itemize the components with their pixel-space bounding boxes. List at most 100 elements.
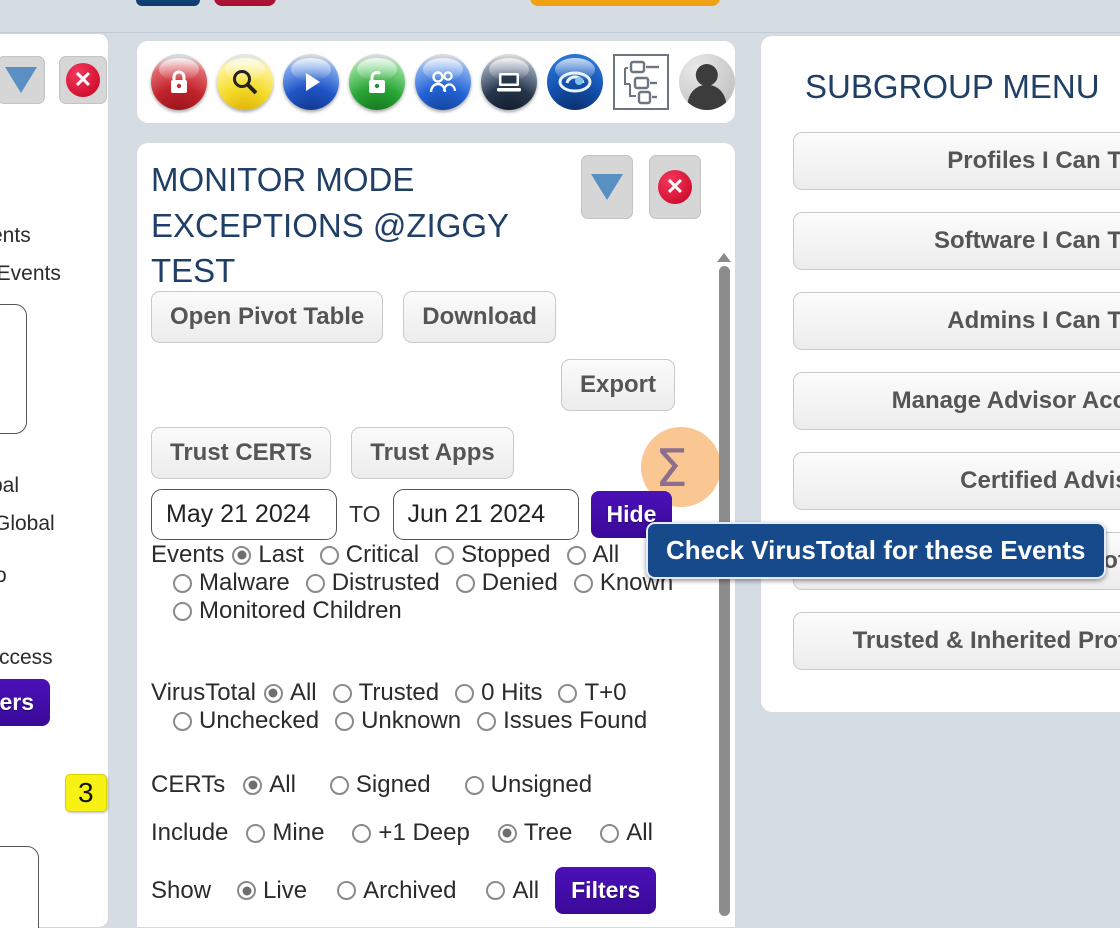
sigma-summation-icon[interactable]: Σ (655, 443, 688, 495)
download-button[interactable]: Download (403, 291, 556, 343)
trust-row: Trust CERTs Trust Apps (151, 427, 514, 479)
radio-dot (573, 573, 593, 593)
radio-dot (173, 573, 192, 593)
top-strip (0, 0, 1120, 33)
left-radio-global[interactable]: Global (0, 512, 55, 536)
left-textarea-2[interactable] (0, 846, 39, 928)
scrollbar-thumb[interactable] (718, 266, 730, 916)
events-option-malware[interactable]: Malware (173, 569, 290, 597)
left-filters-button[interactable]: Filters (0, 679, 51, 726)
radio-dot (173, 711, 192, 731)
org-chart-glyph (624, 60, 659, 105)
cloud-blue-icon[interactable] (547, 54, 603, 110)
trust-apps-button[interactable]: Trust Apps (351, 427, 514, 479)
option-label: Critical (345, 541, 420, 568)
filters-button[interactable]: Filters (555, 867, 657, 914)
date-to-input[interactable]: Jun 21 2024 (392, 489, 579, 540)
events-option-last[interactable]: Last (232, 541, 304, 569)
option-label: Archived (363, 876, 457, 904)
virustotal-option-issues-found[interactable]: Issues Found (477, 707, 647, 735)
top-tab-orange[interactable] (530, 0, 720, 6)
subgroup-item-software-i-can-trust[interactable]: Software I Can Trust (793, 212, 1120, 270)
radio-dot (232, 545, 252, 565)
events-option-denied[interactable]: Denied (455, 569, 558, 597)
magnifier-glyph (233, 70, 258, 95)
virustotal-radio-group: VirusTotal All Trusted 0 Hits T+0 Unchec… (151, 679, 711, 735)
virustotal-option-trusted[interactable]: Trusted (332, 679, 439, 707)
computer-dark-icon[interactable] (481, 54, 537, 110)
search-yellow-icon[interactable] (217, 54, 273, 110)
include-option-mine[interactable]: Mine (246, 819, 324, 847)
play-blue-icon[interactable] (283, 54, 339, 110)
virustotal-option-all[interactable]: All (263, 679, 317, 707)
panel-filter-button[interactable] (581, 155, 633, 219)
radio-dot (237, 881, 257, 900)
left-panel: ✕ ents t Events bal Global o Access Filt… (0, 33, 109, 928)
date-range-to-label: TO (349, 501, 381, 527)
radio-dot (486, 881, 506, 900)
events-option-monitored-children[interactable]: Monitored Children (173, 597, 402, 625)
option-label: Denied (481, 569, 558, 596)
subgroup-item-admins-i-can-trust[interactable]: Admins I Can Trust (793, 292, 1120, 350)
show-option-archived[interactable]: Archived (337, 877, 456, 905)
radio-dot (263, 683, 283, 703)
radio-dot (305, 573, 325, 593)
virustotal-option-unknown[interactable]: Unknown (335, 707, 461, 735)
include-option-all[interactable]: All (600, 819, 653, 847)
top-tab-red[interactable] (214, 0, 276, 6)
top-tab-blue[interactable] (136, 0, 200, 6)
left-text-access: Access (0, 646, 53, 669)
subgroup-menu-title: SUBGROUP MENU (805, 68, 1100, 105)
option-label: Malware (199, 569, 290, 596)
option-label: Unknown (361, 707, 462, 734)
show-option-live[interactable]: Live (237, 877, 307, 905)
option-label: Signed (355, 771, 431, 798)
include-option-plus1deep[interactable]: +1 Deep (352, 819, 470, 847)
unlocked-green-icon[interactable] (349, 54, 405, 110)
subgroup-item-certified-advisors[interactable]: Certified Advisors (793, 452, 1120, 510)
panel-scrollbar[interactable] (716, 253, 732, 919)
panel-close-button[interactable]: ✕ (649, 155, 701, 219)
option-label: All (512, 876, 540, 904)
left-count-badge: 3 (65, 774, 107, 812)
certs-option-unsigned[interactable]: Unsigned (464, 771, 593, 799)
scroll-up-arrow-icon[interactable] (717, 253, 731, 262)
locked-red-icon[interactable] (151, 54, 207, 110)
virustotal-option-t-plus-0[interactable]: T+0 (558, 679, 627, 707)
trust-certs-button[interactable]: Trust CERTs (151, 427, 332, 479)
include-option-tree[interactable]: Tree (497, 819, 572, 847)
cloud-glyph (558, 71, 592, 93)
open-pivot-table-button[interactable]: Open Pivot Table (151, 291, 384, 343)
events-option-critical[interactable]: Critical (319, 541, 420, 569)
certs-option-all[interactable]: All (243, 771, 296, 799)
option-label: Unsigned (490, 771, 593, 798)
radio-dot (455, 683, 475, 703)
subgroup-item-trusted-and-inherited-profiles[interactable]: Trusted & Inherited Profiles (793, 612, 1120, 670)
left-filter-button[interactable] (0, 56, 45, 104)
org-chart-icon[interactable] (613, 54, 669, 110)
users-blue-icon[interactable] (415, 54, 471, 110)
close-icon: ✕ (66, 63, 100, 97)
include-radio-group: Include Mine +1 Deep Tree All (151, 819, 711, 847)
play-glyph (306, 73, 320, 91)
subgroup-item-profiles-i-can-trust[interactable]: Profiles I Can Trust (793, 132, 1120, 190)
left-textarea[interactable] (0, 304, 27, 434)
left-close-button[interactable]: ✕ (59, 56, 107, 104)
main-toolbar (136, 40, 736, 124)
events-option-all[interactable]: All (566, 541, 619, 569)
events-option-stopped[interactable]: Stopped (435, 541, 551, 569)
virustotal-option-unchecked[interactable]: Unchecked (173, 707, 319, 735)
users-glyph (429, 71, 457, 93)
user-avatar-icon[interactable] (679, 54, 735, 110)
show-option-all[interactable]: All (486, 877, 539, 905)
radio-dot (243, 775, 263, 795)
events-option-distrusted[interactable]: Distrusted (305, 569, 440, 597)
virustotal-option-0-hits[interactable]: 0 Hits (455, 679, 542, 707)
center-column: MONITOR MODE EXCEPTIONS @ZIGGY TEST ✕ Op… (136, 40, 736, 928)
certs-option-signed[interactable]: Signed (329, 771, 431, 799)
events-radio-group: Events Last Critical Stopped All Malware (151, 541, 711, 625)
export-button[interactable]: Export (561, 359, 676, 411)
radio-dot (246, 823, 266, 843)
subgroup-item-manage-advisor-access[interactable]: Manage Advisor Access (793, 372, 1120, 430)
date-from-input[interactable]: May 21 2024 (151, 489, 337, 540)
